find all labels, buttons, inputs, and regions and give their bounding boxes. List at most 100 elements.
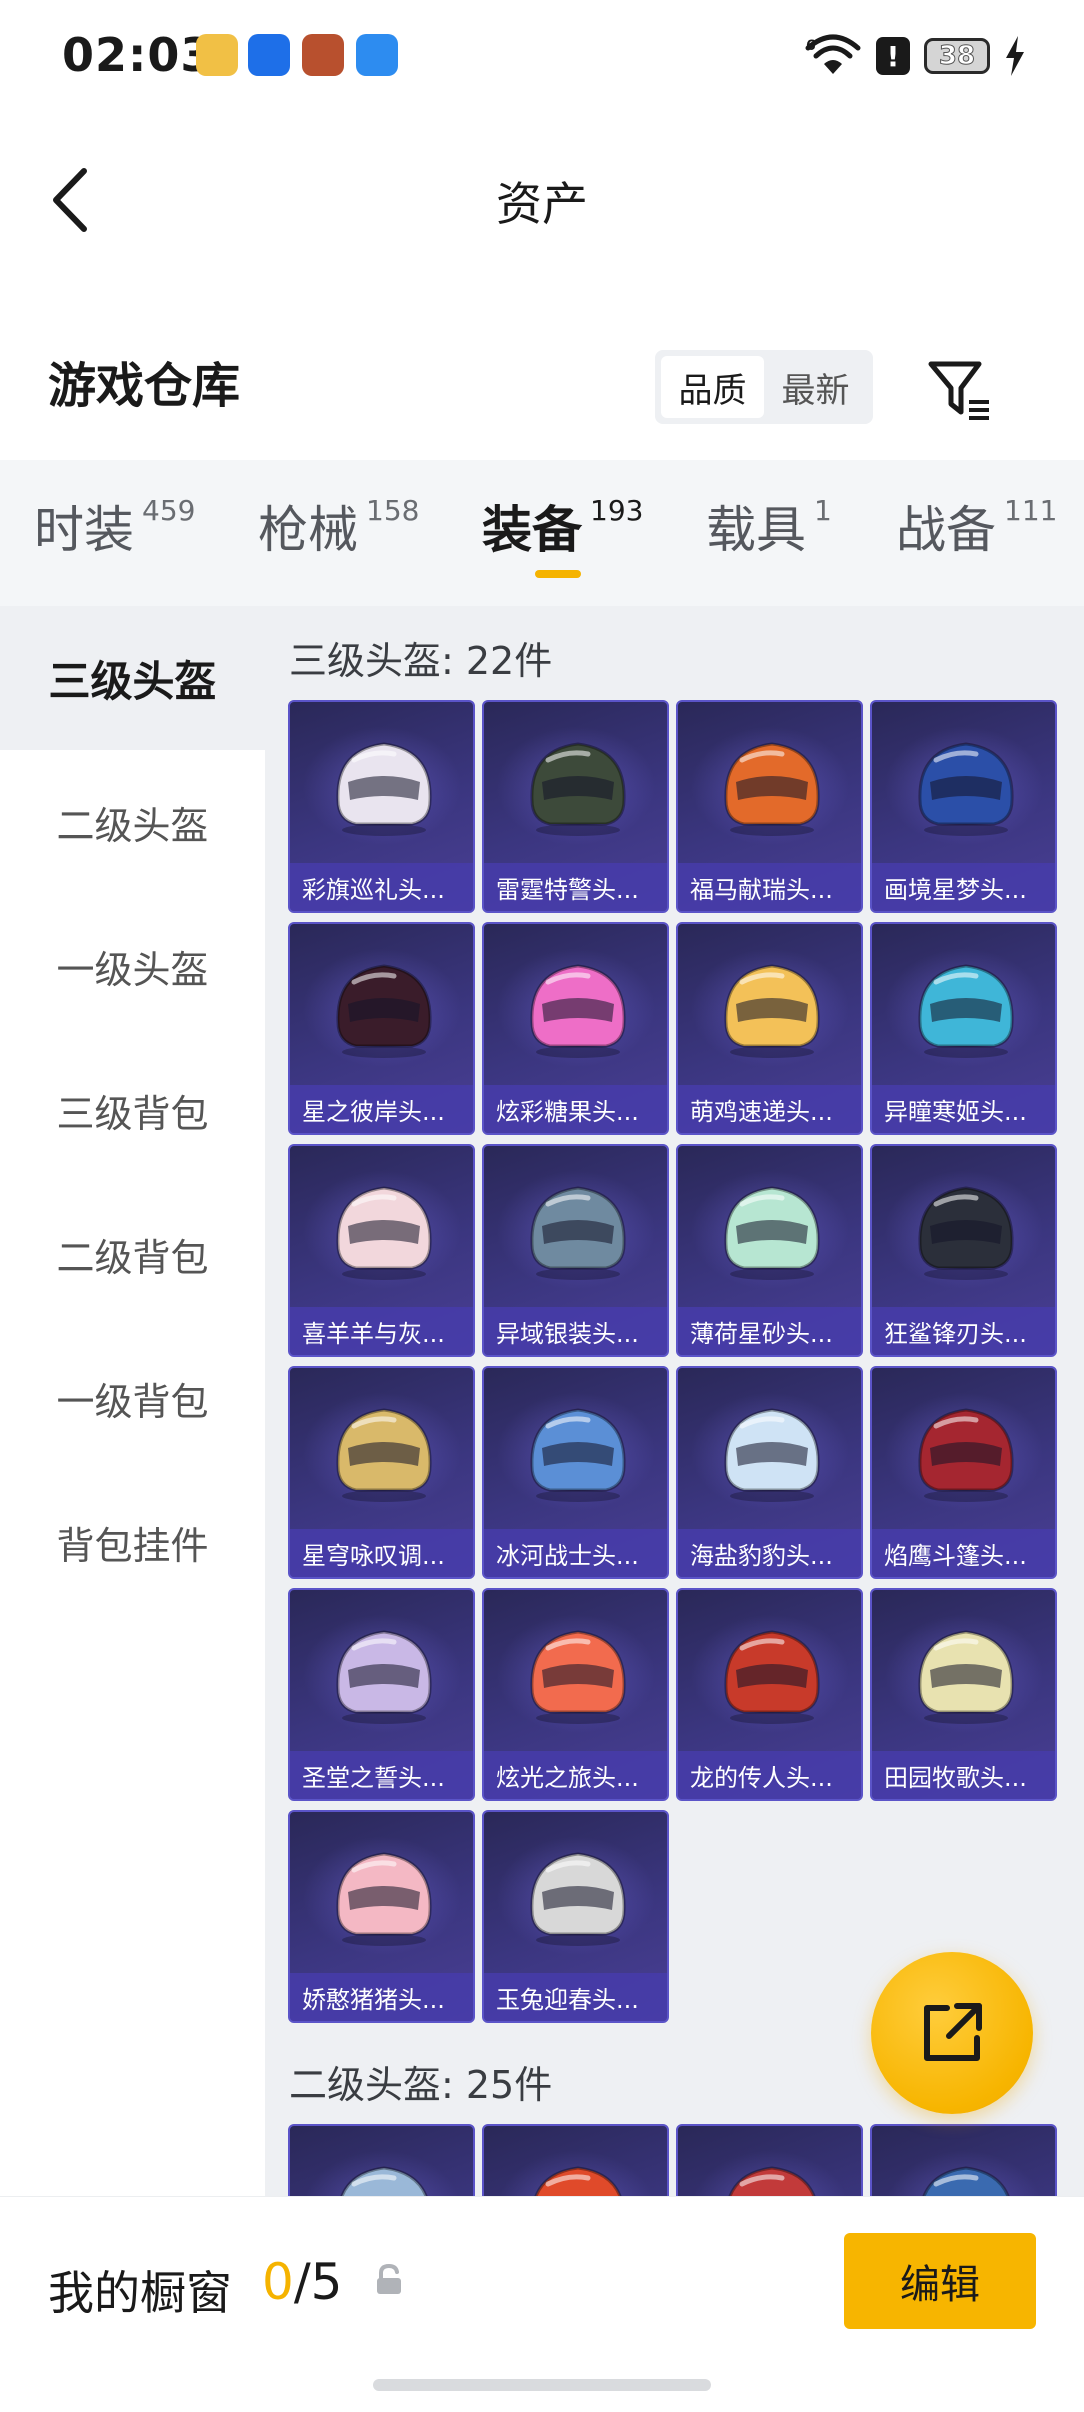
item-card[interactable] [482,2124,669,2196]
item-card[interactable]: 薄荷星砂头... [676,1144,863,1357]
tab-fashion[interactable]: 时装 459 [34,490,195,562]
share-external-icon [924,2003,982,2061]
item-card[interactable]: 星之彼岸头... [288,922,475,1135]
item-card[interactable]: 海盐豹豹头... [676,1366,863,1579]
item-name: 福马献瑞头... [678,863,861,911]
sort-newest-button[interactable]: 最新 [764,356,867,418]
item-card[interactable]: 萌鸡速递头... [676,922,863,1135]
tab-vehicles[interactable]: 载具 1 [706,490,832,562]
sidebar-item-backpack-charm[interactable]: 背包挂件 [0,1470,265,1614]
sidebar-item-level3-backpack[interactable]: 三级背包 [0,1038,265,1182]
helmet-icon [336,964,432,1058]
item-card[interactable]: 冰河战士头... [482,1366,669,1579]
item-card[interactable]: 异瞳寒姬头... [870,922,1057,1135]
item-card[interactable]: 娇憨猪猪头... [288,1810,475,2023]
helmet-icon [336,742,432,836]
item-card[interactable] [676,2124,863,2196]
item-name: 星穹咏叹调... [290,1529,473,1577]
sidebar-item-level1-backpack[interactable]: 一级背包 [0,1326,265,1470]
item-card[interactable]: 异域银装头... [482,1144,669,1357]
tab-count: 111 [1004,494,1058,527]
item-name: 炫彩糖果头... [484,1085,667,1133]
showcase-total: 5 [310,2253,343,2311]
item-card[interactable]: 圣堂之誓头... [288,1588,475,1801]
showcase-current: 0 [262,2253,294,2311]
wifi-icon: 6 [805,34,861,74]
sidebar-item-level3-helmet[interactable]: 三级头盔 [0,606,265,750]
item-name: 田园牧歌头... [872,1751,1055,1799]
bottom-bar: 我的橱窗 0/5 编辑 [0,2196,1084,2412]
helmet-icon [918,1186,1014,1280]
helmet-icon [918,1630,1014,1724]
item-name: 薄荷星砂头... [678,1307,861,1355]
tab-count: 1 [814,494,832,527]
share-button[interactable] [871,1952,1033,2114]
tab-gear[interactable]: 战备 111 [896,490,1057,562]
item-card[interactable]: 龙的传人头... [676,1588,863,1801]
tab-label: 战备 [896,501,996,559]
helmet-icon [728,2166,816,2196]
helmet-icon [530,1852,626,1946]
item-name: 异瞳寒姬头... [872,1085,1055,1133]
item-name: 龙的传人头... [678,1751,861,1799]
tab-count: 158 [366,494,420,527]
tab-equipment[interactable]: 装备 193 [482,490,643,562]
tab-count: 193 [590,494,644,527]
item-card[interactable] [870,2124,1057,2196]
helmet-icon [530,1408,626,1502]
edit-button[interactable]: 编辑 [844,2233,1036,2329]
sidebar-item-level1-helmet[interactable]: 一级头盔 [0,894,265,1038]
filter-button[interactable] [925,354,995,424]
item-card[interactable]: 福马献瑞头... [676,700,863,913]
tab-label: 装备 [482,501,582,559]
item-card[interactable] [288,2124,475,2196]
helmet-icon [724,964,820,1058]
item-card[interactable]: 玉兔迎春头... [482,1810,669,2023]
helmet-icon [918,1408,1014,1502]
app-icon-2 [248,34,290,76]
helmet-icon [724,1186,820,1280]
app-icon-3 [302,34,344,76]
helmet-icon [340,2166,428,2196]
helmet-icon [530,1186,626,1280]
item-name: 冰河战士头... [484,1529,667,1577]
item-card[interactable]: 画境星梦头... [870,700,1057,913]
active-tab-indicator [535,570,581,578]
sort-toggle: 品质 最新 [655,350,873,424]
item-name: 炫光之旅头... [484,1751,667,1799]
item-name: 萌鸡速递头... [678,1085,861,1133]
item-card[interactable]: 喜羊羊与灰... [288,1144,475,1357]
section-title-level3-helmet: 三级头盔: 22件 [289,639,553,683]
item-name: 画境星梦头... [872,863,1055,911]
helmet-icon [724,1630,820,1724]
section-title-level2-helmet: 二级头盔: 25件 [289,2063,553,2107]
warehouse-title: 游戏仓库 [48,358,241,414]
item-card[interactable]: 炫光之旅头... [482,1588,669,1801]
item-card[interactable]: 炫彩糖果头... [482,922,669,1135]
status-time: 02:03 [62,28,214,82]
helmet-icon [336,1408,432,1502]
helmet-icon [918,742,1014,836]
helmet-icon [530,964,626,1058]
item-card[interactable]: 狂鲨锋刃头... [870,1144,1057,1357]
item-name: 娇憨猪猪头... [290,1973,473,2021]
item-card[interactable]: 雷霆特警头... [482,700,669,913]
item-name: 喜羊羊与灰... [290,1307,473,1355]
alert-icon: ! [876,37,910,75]
item-card[interactable]: 星穹咏叹调... [288,1366,475,1579]
sort-quality-button[interactable]: 品质 [661,356,764,418]
item-name: 星之彼岸头... [290,1085,473,1133]
helmet-icon [724,1408,820,1502]
item-card[interactable]: 彩旗巡礼头... [288,700,475,913]
showcase-label: 我的橱窗 [48,2266,232,2320]
item-card[interactable]: 焰鹰斗篷头... [870,1366,1057,1579]
item-card[interactable]: 田园牧歌头... [870,1588,1057,1801]
sidebar-item-level2-helmet[interactable]: 二级头盔 [0,750,265,894]
helmet-icon [534,2166,622,2196]
sidebar-item-level2-backpack[interactable]: 二级背包 [0,1182,265,1326]
item-name: 焰鹰斗篷头... [872,1529,1055,1577]
item-name: 雷霆特警头... [484,863,667,911]
tab-weapons[interactable]: 枪械 158 [258,490,419,562]
lock-icon [377,2263,401,2294]
item-name: 玉兔迎春头... [484,1973,667,2021]
